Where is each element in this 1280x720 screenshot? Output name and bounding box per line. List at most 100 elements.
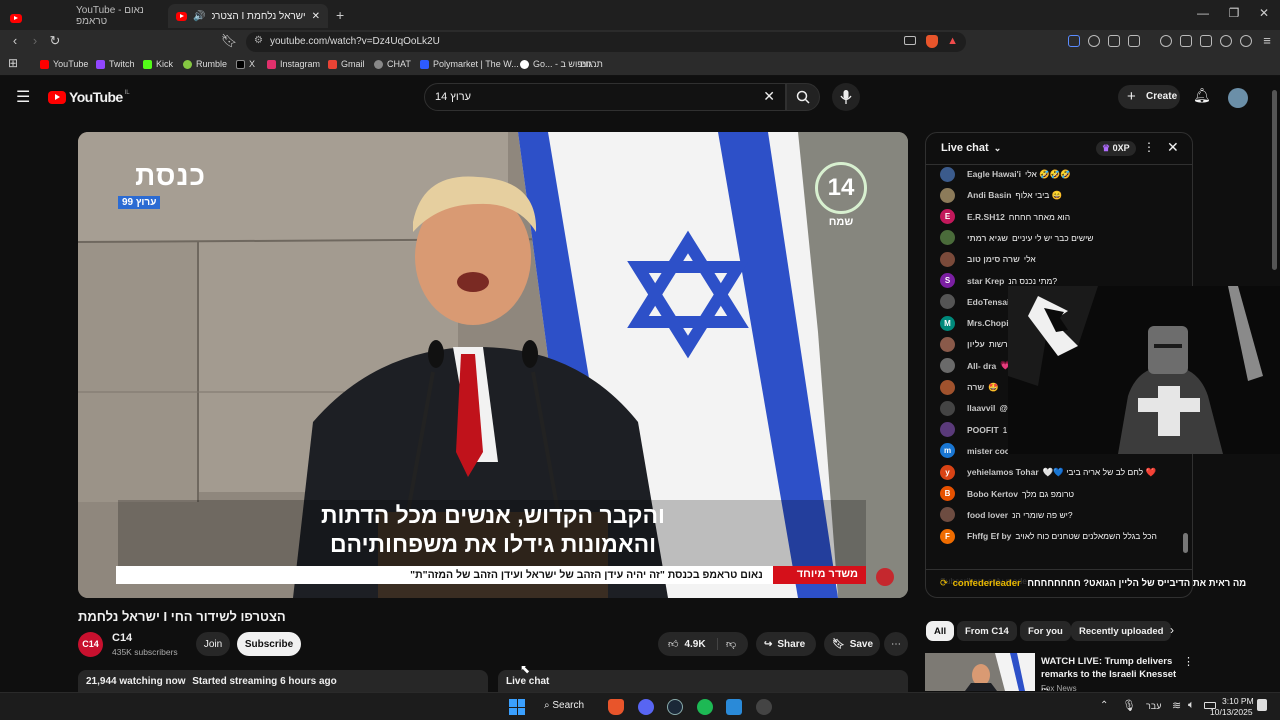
- chat-author-avatar[interactable]: [940, 507, 955, 523]
- chat-author-name[interactable]: E.R.SH12: [967, 212, 1005, 222]
- chat-author-name[interactable]: Bobo Kertov: [967, 489, 1018, 499]
- chat-mode-dropdown[interactable]: Live chat ⌄: [941, 142, 1001, 154]
- chat-message[interactable]: F Fhffg Ef by הכל בגלל השמאלנים שטחנים כוח…: [940, 526, 1157, 546]
- vpn-icon[interactable]: [1240, 35, 1252, 47]
- chat-author-name[interactable]: llaavvil: [967, 403, 995, 413]
- close-chat-icon[interactable]: ✕: [1167, 139, 1179, 156]
- bookmark-kick[interactable]: Kick: [143, 59, 173, 69]
- more-actions-button[interactable]: ⋯: [884, 632, 908, 656]
- chat-author-avatar[interactable]: m: [940, 443, 955, 459]
- bookmark-translate[interactable]: תרגום: [580, 59, 603, 69]
- chat-author-avatar[interactable]: [940, 166, 955, 182]
- subscribe-button[interactable]: Subscribe: [237, 632, 301, 656]
- youtube-app-icon[interactable]: [10, 10, 28, 28]
- extension-icon-3[interactable]: [1108, 35, 1120, 47]
- chat-author-name[interactable]: food lover: [967, 510, 1008, 520]
- page-scrollbar[interactable]: [1272, 90, 1277, 270]
- youtube-logo[interactable]: YouTube IL: [48, 89, 130, 105]
- chat-author-name[interactable]: עליון: [967, 339, 985, 349]
- new-tab-icon[interactable]: +: [336, 7, 344, 23]
- chat-message[interactable]: POOFIT 1: [940, 420, 1007, 440]
- channel-avatar[interactable]: C14: [78, 632, 103, 657]
- language-indicator[interactable]: עבר: [1146, 701, 1161, 711]
- chat-author-avatar[interactable]: [940, 230, 955, 246]
- chat-author-name[interactable]: All- dra: [967, 361, 996, 371]
- video-player[interactable]: כנסת ערוץ 99 14 שמח והקבר הקדוש, אנשים מ…: [78, 132, 908, 598]
- chat-message[interactable]: m mister coo: [940, 441, 1014, 461]
- save-button[interactable]: 🔖︎ Save: [824, 632, 880, 656]
- bookmark-youtube[interactable]: YouTube: [40, 59, 88, 69]
- share-button[interactable]: ↪ Share: [756, 632, 816, 656]
- chat-author-name[interactable]: שרה: [967, 382, 984, 392]
- spotify-taskbar-icon[interactable]: [697, 699, 713, 715]
- photos-taskbar-icon[interactable]: [726, 699, 742, 715]
- app-taskbar-icon[interactable]: [756, 699, 772, 715]
- extension-icon-1[interactable]: [1068, 35, 1080, 47]
- wallet-icon[interactable]: [1200, 35, 1212, 47]
- voice-search-button[interactable]: [832, 83, 860, 111]
- chat-message[interactable]: שרה 🤩: [940, 377, 999, 397]
- channel-name[interactable]: C14: [112, 632, 132, 644]
- bookmark-x[interactable]: X: [236, 59, 255, 69]
- bookmark-icon[interactable]: 🔖︎: [220, 33, 238, 49]
- recommendation-item[interactable]: WATCH LIVE: Trump delivers remarks to th…: [925, 653, 1194, 693]
- clock-time[interactable]: 3:10 PM: [1222, 696, 1254, 706]
- brave-taskbar-icon[interactable]: [608, 699, 624, 715]
- bookmark-polymarket[interactable]: Polymarket | The W...: [420, 59, 519, 69]
- tab-youtube-speech[interactable]: YouTube - נאום טראמפ: [68, 4, 166, 28]
- address-bar[interactable]: ⚙ youtube.com/watch?v=Dz4UqOoLk2U ▲: [246, 32, 966, 52]
- chat-author-name[interactable]: Andi Basin: [967, 190, 1011, 200]
- chat-author-name[interactable]: שרה סימן טוב: [967, 254, 1020, 264]
- windows-start-icon[interactable]: [509, 699, 525, 715]
- chat-author-avatar[interactable]: B: [940, 486, 955, 501]
- chat-author-avatar[interactable]: [940, 358, 955, 374]
- chat-author-avatar[interactable]: [940, 400, 955, 416]
- search-button[interactable]: [786, 83, 820, 111]
- chat-author-avatar[interactable]: [940, 294, 955, 310]
- chat-message[interactable]: M Mrs.Chopi: [940, 313, 1013, 333]
- notification-icon[interactable]: [1257, 699, 1267, 711]
- chat-message[interactable]: Andi Basin ביבי אלוף 😄: [940, 185, 1062, 205]
- chips-next-icon[interactable]: ›: [1170, 623, 1174, 637]
- menu-icon[interactable]: ≡: [1258, 33, 1276, 48]
- chat-author-name[interactable]: שגיא רמתי: [967, 233, 1008, 243]
- create-button[interactable]: + Create: [1118, 85, 1180, 109]
- guide-menu-icon[interactable]: ☰: [16, 87, 30, 107]
- chat-message[interactable]: llaavvil @: [940, 398, 1008, 418]
- like-button[interactable]: 👍︎ 4.9K: [658, 638, 718, 650]
- points-badge[interactable]: ♛ 0XP: [1096, 141, 1136, 156]
- wifi-icon[interactable]: ≋: [1172, 699, 1181, 712]
- restore-icon[interactable]: ❐: [1224, 6, 1244, 20]
- chat-author-avatar[interactable]: [940, 336, 955, 352]
- chip-from-c14[interactable]: From C14: [957, 621, 1017, 641]
- sidebar-icon[interactable]: [1180, 35, 1192, 47]
- clear-search-icon[interactable]: ✕: [763, 88, 775, 105]
- avatar[interactable]: [1228, 88, 1248, 108]
- dislike-button[interactable]: 👎︎: [718, 638, 736, 650]
- chat-author-name[interactable]: yehielamos Tohar: [967, 467, 1039, 477]
- chat-author-avatar[interactable]: E: [940, 209, 955, 225]
- forward-icon[interactable]: ›: [26, 33, 44, 48]
- reload-icon[interactable]: ↻: [46, 33, 64, 49]
- tab-live-stream[interactable]: 🔊 ישראל נלחמת I הצטרפו לשידו ✕: [168, 4, 328, 28]
- chip-recently-uploaded[interactable]: Recently uploaded: [1071, 621, 1172, 641]
- rewards-icon[interactable]: ▲: [947, 35, 958, 47]
- site-info-icon[interactable]: ⚙: [254, 35, 263, 46]
- chat-message[interactable]: E E.R.SH12 הוא מאחר חחחח: [940, 207, 1070, 227]
- media-icon[interactable]: [1160, 35, 1172, 47]
- apps-grid-icon[interactable]: ⊞: [4, 56, 22, 70]
- minimize-icon[interactable]: —: [1193, 6, 1213, 20]
- chat-author-avatar[interactable]: y: [940, 464, 955, 480]
- chat-message[interactable]: y yehielamos Tohar 🤍💙 לחם לב של אריה ביבי …: [940, 462, 1156, 482]
- chip-for-you[interactable]: For you: [1020, 621, 1071, 641]
- chat-author-avatar[interactable]: [940, 251, 955, 267]
- chat-author-avatar[interactable]: [940, 379, 955, 395]
- taskbar-search[interactable]: ⌕ Search: [544, 700, 584, 711]
- cast-icon[interactable]: [904, 36, 916, 45]
- mic-tray-icon[interactable]: 🎙︎: [1122, 699, 1136, 712]
- close-tab-icon[interactable]: ✕: [312, 11, 320, 22]
- chat-author-avatar[interactable]: F: [940, 528, 955, 544]
- chat-message[interactable]: שגיא רמתי שישים כבר יש לי עיניים: [940, 228, 1094, 248]
- recommendation-more-icon[interactable]: ⋮: [1183, 655, 1194, 668]
- bookmark-rumble[interactable]: Rumble: [183, 59, 227, 69]
